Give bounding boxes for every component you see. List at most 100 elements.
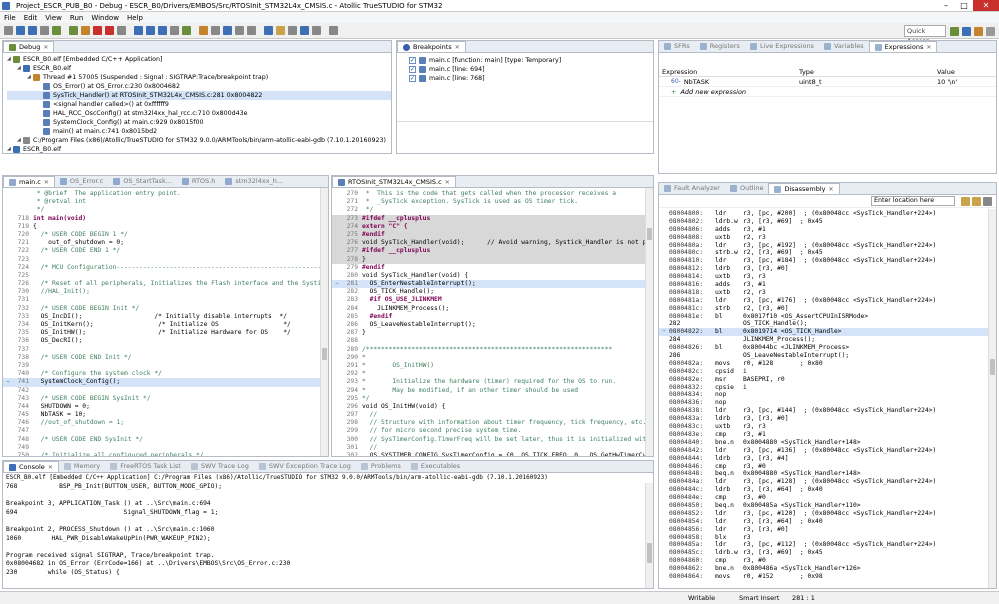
breakpoint-checkbox[interactable]: ✓ (409, 75, 416, 82)
toolbar-button-icon[interactable] (105, 26, 114, 35)
close-tab-icon[interactable]: ✕ (48, 462, 53, 473)
tab-variables[interactable]: Variables (819, 41, 869, 52)
close-tab-icon[interactable]: ✕ (926, 42, 931, 53)
menu-edit[interactable]: Edit (24, 14, 38, 22)
toolbar-button-icon[interactable] (93, 26, 102, 35)
menu-window[interactable]: Window (91, 14, 119, 22)
tab-editor-file[interactable]: RTOS.h (177, 176, 220, 187)
debug-tree-item[interactable]: ◢ Thread #1 57005 (Suspended : Signal : S… (7, 73, 391, 82)
breakpoint-item[interactable]: ✓ main.c [line: 768] (409, 74, 653, 83)
quick-access-input[interactable]: Quick Access (904, 25, 946, 45)
tab-memory[interactable]: Memory (59, 461, 105, 472)
toolbar-button-icon[interactable] (182, 26, 191, 35)
menu-help[interactable]: Help (127, 14, 143, 22)
debug-tree-item[interactable]: main() at main.c:741 0x8015bd2 (7, 127, 391, 136)
toolbar-button-icon[interactable] (16, 26, 25, 35)
add-expression-row[interactable]: + Add new expression (659, 87, 996, 97)
tab-editor-file[interactable]: main.c ✕ (3, 176, 55, 187)
tab-sfrs[interactable]: SFRs (659, 41, 695, 52)
sync-icon[interactable] (972, 196, 981, 206)
toolbar-button-icon[interactable] (288, 26, 297, 35)
toolbar-button-icon[interactable] (117, 26, 126, 35)
toolbar-button-icon[interactable] (276, 26, 285, 35)
tab-editor-file[interactable]: OS_StartTask... (108, 176, 177, 187)
debug-tree-item[interactable]: ◢ ESCR_B0.elf (7, 64, 391, 73)
toolbar-button-icon[interactable] (235, 26, 244, 35)
disassembly-code[interactable]: 08004800: ldr r3, [pc, #200] ; (0x80048cc … (659, 208, 996, 588)
debug-tree-item[interactable]: SystemClock_Config() at main.c:929 0x801… (7, 118, 391, 127)
tab-disassembly[interactable]: Disassembly ✕ (768, 183, 840, 195)
menu-run[interactable]: Run (70, 14, 83, 22)
toolbar-button-icon[interactable] (312, 26, 321, 35)
toolbar-button-icon[interactable] (329, 26, 338, 35)
toolbar-button-icon[interactable] (264, 26, 273, 35)
tab-registers[interactable]: Registers (695, 41, 745, 52)
code-area[interactable]: 270 * This is the code that gets called … (332, 188, 653, 456)
tab-swv-exception-trace-log[interactable]: SWV Exception Trace Log (254, 461, 356, 472)
debug-tree-item[interactable]: OS_Error() at OS_Error.c:230 0x8004682 (7, 82, 391, 91)
col-value[interactable]: Value (937, 67, 996, 76)
tab-executables[interactable]: Executables (406, 461, 465, 472)
col-expression[interactable]: Expression (659, 67, 799, 76)
tab-swv-trace-log[interactable]: SWV Trace Log (186, 461, 254, 472)
close-button[interactable]: ✕ (973, 0, 999, 11)
toolbar-button-icon[interactable] (28, 26, 37, 35)
tab-breakpoints[interactable]: Breakpoints ✕ (397, 41, 466, 52)
perspective-open-icon[interactable] (986, 27, 995, 36)
debug-tree-item[interactable]: ◢ C:/Program Files (x86)/Atollic/TrueSTUD… (7, 136, 391, 145)
code-area[interactable]: * @brief The application entry point. * … (3, 188, 328, 456)
toolbar-button-icon[interactable] (199, 26, 208, 35)
toolbar-button-icon[interactable] (170, 26, 179, 35)
debug-tree-item[interactable]: HAL_RCC_OscConfig() at stm32l4xx_hal_rcc… (7, 109, 391, 118)
tab-problems[interactable]: Problems (356, 461, 406, 472)
toolbar-button-icon[interactable] (247, 26, 256, 35)
vertical-scrollbar[interactable] (320, 188, 328, 456)
tab-console[interactable]: Console ✕ (3, 461, 59, 472)
toolbar-button-icon[interactable] (69, 26, 78, 35)
breakpoint-item[interactable]: ✓ main.c [line: 694] (409, 65, 653, 74)
debug-tree-item[interactable]: ◢ ESCR_B0.elf [Embedded C/C++ Application… (7, 55, 391, 64)
tab-freertos-task-list[interactable]: FreeRTOS Task List (105, 461, 186, 472)
minimize-button[interactable]: – (937, 0, 955, 11)
toolbar-button-icon[interactable] (146, 26, 155, 35)
tab-debug[interactable]: Debug ✕ (3, 41, 55, 53)
breakpoint-checkbox[interactable]: ✓ (409, 57, 416, 64)
menu-file[interactable]: File (4, 14, 16, 22)
perspective-cc-icon[interactable] (962, 27, 971, 36)
tab-outline[interactable]: Outline (725, 183, 769, 194)
maximize-button[interactable]: □ (955, 0, 973, 11)
toolbar-button-icon[interactable] (52, 26, 61, 35)
toolbar-button-icon[interactable] (223, 26, 232, 35)
debug-tree-item[interactable]: ◢ ESCR_B0.elf (7, 145, 391, 153)
toolbar-button-icon[interactable] (158, 26, 167, 35)
tab-live-expressions[interactable]: Live Expressions (745, 41, 819, 52)
location-input[interactable]: Enter location here (871, 196, 955, 206)
tab-expressions[interactable]: Expressions ✕ (868, 41, 938, 53)
close-tab-icon[interactable]: ✕ (829, 184, 834, 195)
expression-row[interactable]: 60- NbTASK uint8_t 10 '\n' (659, 77, 996, 87)
debug-tree-item[interactable]: <signal handler called>() at 0xffffff9 (7, 100, 391, 109)
tab-fault-analyzer[interactable]: Fault Analyzer (659, 183, 725, 194)
close-tab-icon[interactable]: ✕ (445, 177, 450, 188)
tab-rtosinit[interactable]: RTOSInit_STM32L4x_CMSIS.c ✕ (332, 176, 456, 187)
tab-editor-file[interactable]: stm32l4xx_h... (220, 176, 288, 187)
toolbar-button-icon[interactable] (81, 26, 90, 35)
perspective-swv-icon[interactable] (974, 27, 983, 36)
close-tab-icon[interactable]: ✕ (44, 177, 49, 188)
tab-editor-file[interactable]: OS_Error.c (55, 176, 108, 187)
close-tab-icon[interactable]: ✕ (43, 42, 48, 53)
vertical-scrollbar[interactable] (988, 209, 996, 588)
link-icon[interactable] (961, 196, 970, 206)
menu-icon[interactable] (983, 196, 992, 206)
toolbar-button-icon[interactable] (211, 26, 220, 35)
vertical-scrollbar[interactable] (645, 483, 653, 588)
toolbar-button-icon[interactable] (4, 26, 13, 35)
console-output[interactable]: 768 BSP_PB_Init(BUTTON_USER, BUTTON_MODE… (3, 483, 653, 587)
toolbar-button-icon[interactable] (40, 26, 49, 35)
toolbar-button-icon[interactable] (134, 26, 143, 35)
toolbar-button-icon[interactable] (300, 26, 309, 35)
perspective-debug-icon[interactable] (950, 27, 959, 36)
menu-view[interactable]: View (45, 14, 62, 22)
close-tab-icon[interactable]: ✕ (455, 42, 460, 53)
col-type[interactable]: Type (799, 67, 937, 76)
